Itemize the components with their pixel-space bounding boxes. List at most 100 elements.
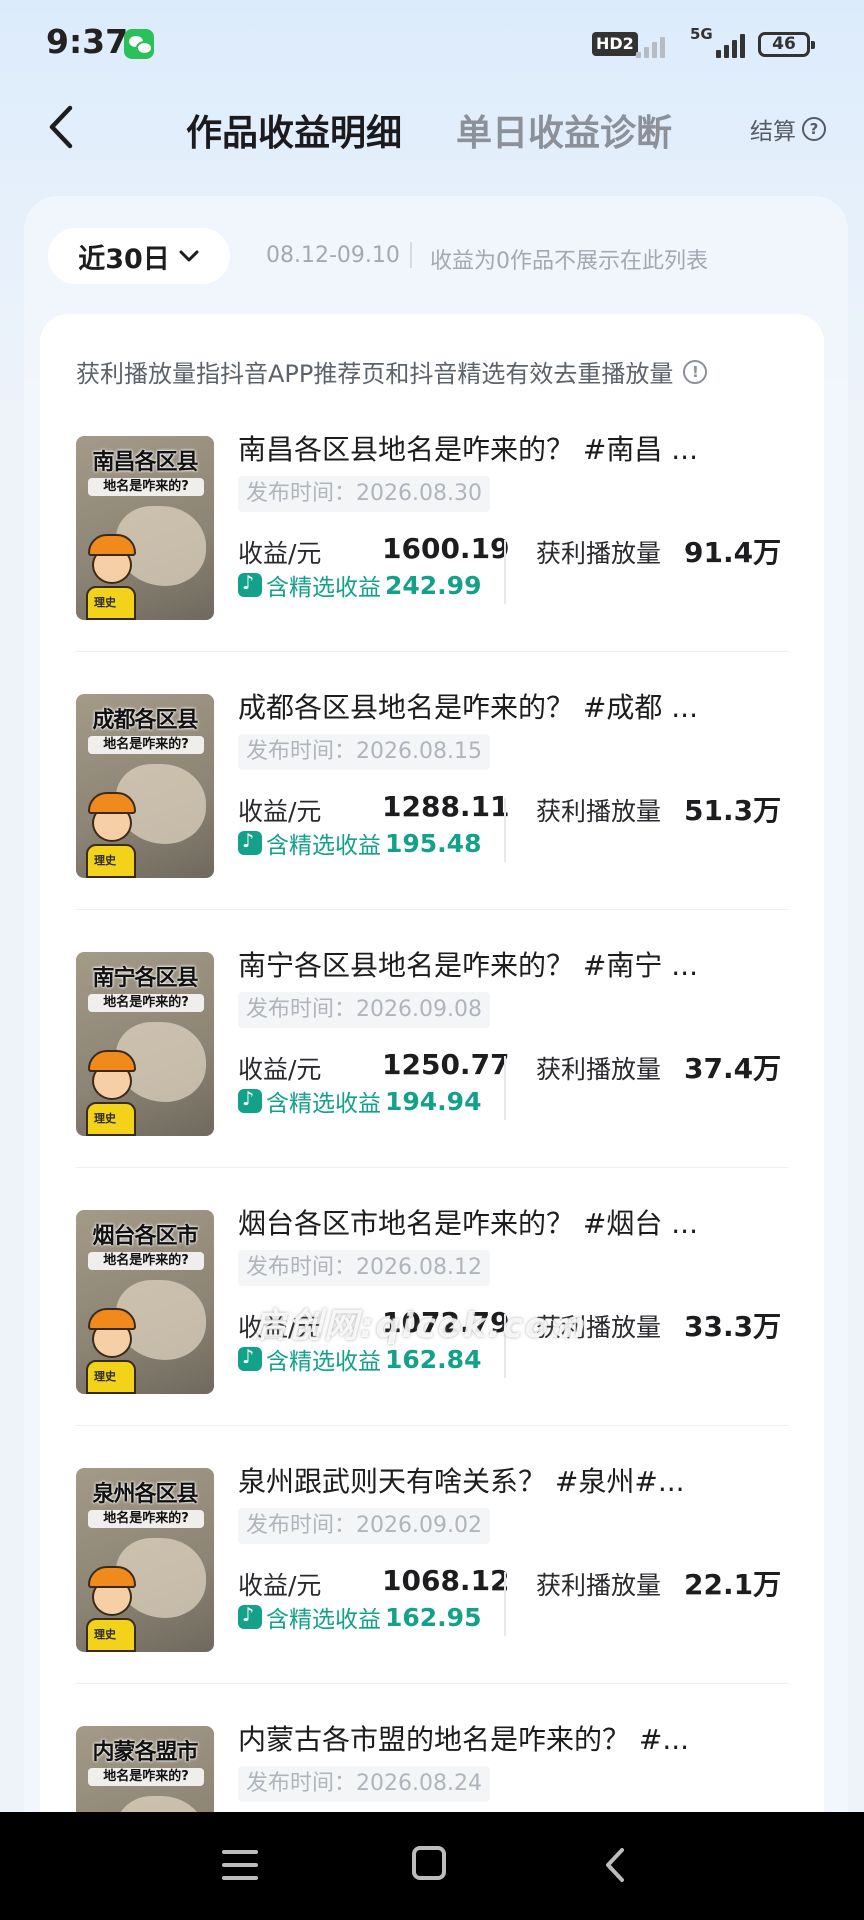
watermark: 启创网:qicok.com: [252, 1306, 588, 1346]
work-title[interactable]: 南昌各区县地名是咋来的？ #南昌 ...: [238, 428, 778, 468]
period-filter-dropdown[interactable]: 近30日: [48, 228, 230, 284]
work-thumbnail[interactable]: 泉州各区县地名是咋来的? 理史: [76, 1468, 214, 1652]
divider: [504, 1572, 506, 1636]
status-time: 9:37: [46, 22, 129, 61]
home-icon[interactable]: [412, 1846, 446, 1880]
tab-work-earnings[interactable]: 作品收益明细: [186, 104, 402, 156]
work-thumbnail[interactable]: 南宁各区县地名是咋来的? 理史: [76, 952, 214, 1136]
work-row[interactable]: 成都各区县地名是咋来的? 理史 成都各区县地名是咋来的？ #成都 ... 发布时间：2…: [76, 652, 788, 910]
back-button[interactable]: [42, 102, 82, 152]
notice: 获利播放量指抖音APP推荐页和抖音精选有效去重播放量 !: [76, 354, 708, 389]
work-title[interactable]: 泉州跟武则天有啥关系？ #泉州#...: [238, 1460, 778, 1500]
settle-button[interactable]: 结算 ?: [750, 112, 826, 146]
info-icon[interactable]: !: [683, 359, 708, 384]
selected-earnings-label: 含精选收益: [266, 575, 381, 601]
plays-value: 37.4万: [684, 1052, 782, 1085]
douyin-icon: [238, 1346, 262, 1371]
work-thumbnail[interactable]: 成都各区县地名是咋来的? 理史: [76, 694, 214, 878]
plays-label: 获利播放量: [536, 797, 662, 826]
douyin-icon: [238, 1604, 262, 1629]
earnings-label: 收益/元: [238, 797, 322, 826]
thumbnail-subtitle: 地名是咋来的?: [88, 1510, 204, 1528]
system-nav-bar: [0, 1812, 864, 1920]
tab-daily-diagnosis[interactable]: 单日收益诊断: [456, 104, 672, 156]
battery-icon: 46: [758, 32, 815, 57]
selected-earnings-value: 162.84: [385, 1344, 482, 1374]
selected-earnings: 含精选收益242.99: [238, 568, 481, 602]
douyin-icon: [238, 1088, 262, 1113]
selected-earnings-value: 242.99: [385, 570, 482, 600]
thumbnail-title: 成都各区县: [92, 708, 198, 733]
cartoon-boy-image: 理史: [82, 790, 138, 878]
network-5g-label: 5G: [690, 25, 713, 43]
work-thumbnail[interactable]: 烟台各区市 地名是咋来的? 理史: [76, 1210, 214, 1394]
divider: [410, 242, 412, 268]
work-title[interactable]: 烟台各区市地名是咋来的？ #烟台 ...: [238, 1202, 778, 1242]
publish-time: 发布时间：2026.09.08: [238, 992, 490, 1028]
selected-earnings-label: 含精选收益: [266, 1091, 381, 1117]
works-list-card: 获利播放量指抖音APP推荐页和抖音精选有效去重播放量 ! 南昌各区县 地名是咋来的…: [40, 314, 824, 1920]
chevron-down-icon: [179, 250, 199, 262]
thumbnail-subtitle: 地名是咋来的?: [88, 994, 204, 1012]
douyin-icon: [238, 830, 262, 855]
work-title[interactable]: 成都各区县地名是咋来的？ #成都 ...: [238, 686, 778, 726]
plays-value: 33.3万: [684, 1310, 782, 1343]
settle-label: 结算: [750, 119, 796, 145]
thumbnail-tag: 理史: [94, 1112, 116, 1125]
cartoon-boy-image: 理史: [82, 532, 138, 620]
work-row[interactable]: 烟台各区市 地名是咋来的? 理史 烟台各区市地名是咋来的？ #烟台 ... 发布时间：2…: [76, 1168, 788, 1426]
earnings-value: 1600.19: [382, 532, 510, 565]
menu-icon[interactable]: [222, 1850, 258, 1880]
status-bar: 9:37 HD2 5G 46: [0, 0, 864, 88]
thumbnail-title: 泉州各区县: [92, 1482, 198, 1507]
selected-earnings-label: 含精选收益: [266, 1349, 381, 1375]
hd-badge: HD2: [592, 32, 638, 56]
divider: [504, 540, 506, 604]
selected-earnings-value: 195.48: [385, 828, 482, 858]
selected-earnings-label: 含精选收益: [266, 833, 381, 859]
divider: [504, 798, 506, 862]
thumbnail-tag: 理史: [94, 1370, 116, 1383]
work-title[interactable]: 内蒙古各市盟的地名是咋来的？ #...: [238, 1718, 778, 1758]
selected-earnings-value: 162.95: [385, 1602, 482, 1632]
plays-label: 获利播放量: [536, 1571, 662, 1600]
divider: [504, 1056, 506, 1120]
thumbnail-tag: 理史: [94, 1628, 116, 1641]
earnings-value: 1250.77: [382, 1048, 510, 1081]
thumbnail-subtitle: 地名是咋来的?: [88, 1768, 204, 1786]
date-range: 08.12-09.10: [266, 243, 400, 268]
plays-label: 获利播放量: [536, 539, 662, 568]
douyin-icon: [238, 572, 262, 597]
publish-time: 发布时间：2026.08.12: [238, 1250, 490, 1286]
work-row[interactable]: 南昌各区县 地名是咋来的? 理史 南昌各区县地名是咋来的？ #南昌 ... 发布时间：2…: [76, 394, 788, 652]
back-nav-icon[interactable]: [600, 1846, 630, 1884]
work-row[interactable]: 南宁各区县地名是咋来的? 理史 南宁各区县地名是咋来的？ #南宁 ... 发布时间：2…: [76, 910, 788, 1168]
thumbnail-title: 南宁各区县: [92, 966, 198, 991]
work-row[interactable]: 泉州各区县地名是咋来的? 理史 泉州跟武则天有啥关系？ #泉州#... 发布时间：20…: [76, 1426, 788, 1684]
signal-sim1-icon: [636, 30, 665, 58]
thumbnail-subtitle: 地名是咋来的?: [88, 736, 204, 754]
selected-earnings-value: 194.94: [385, 1086, 482, 1116]
thumbnail-tag: 理史: [94, 596, 116, 609]
work-thumbnail[interactable]: 南昌各区县 地名是咋来的? 理史: [76, 436, 214, 620]
notice-text: 获利播放量指抖音APP推荐页和抖音精选有效去重播放量: [76, 360, 674, 388]
earnings-label: 收益/元: [238, 1055, 322, 1084]
plays-value: 91.4万: [684, 536, 782, 569]
chevron-left-icon: [49, 105, 73, 149]
work-title[interactable]: 南宁各区县地名是咋来的？ #南宁 ...: [238, 944, 778, 984]
earnings-value: 1288.11: [382, 790, 510, 823]
publish-time: 发布时间：2026.08.15: [238, 734, 490, 770]
thumbnail-title: 内蒙各盟市: [92, 1740, 198, 1765]
plays-value: 22.1万: [684, 1568, 782, 1601]
plays-value: 51.3万: [684, 794, 782, 827]
filter-note: 收益为0作品不展示在此列表: [430, 249, 708, 274]
selected-earnings: 含精选收益194.94: [238, 1084, 481, 1118]
plays-label: 获利播放量: [536, 1055, 662, 1084]
publish-time: 发布时间：2026.08.24: [238, 1766, 490, 1802]
signal-sim2-icon: [716, 30, 745, 58]
publish-time: 发布时间：2026.09.02: [238, 1508, 490, 1544]
selected-earnings: 含精选收益162.95: [238, 1600, 481, 1634]
cartoon-boy-image: 理史: [82, 1048, 138, 1136]
cartoon-boy-image: 理史: [82, 1306, 138, 1394]
thumbnail-subtitle: 地名是咋来的?: [88, 1252, 204, 1270]
